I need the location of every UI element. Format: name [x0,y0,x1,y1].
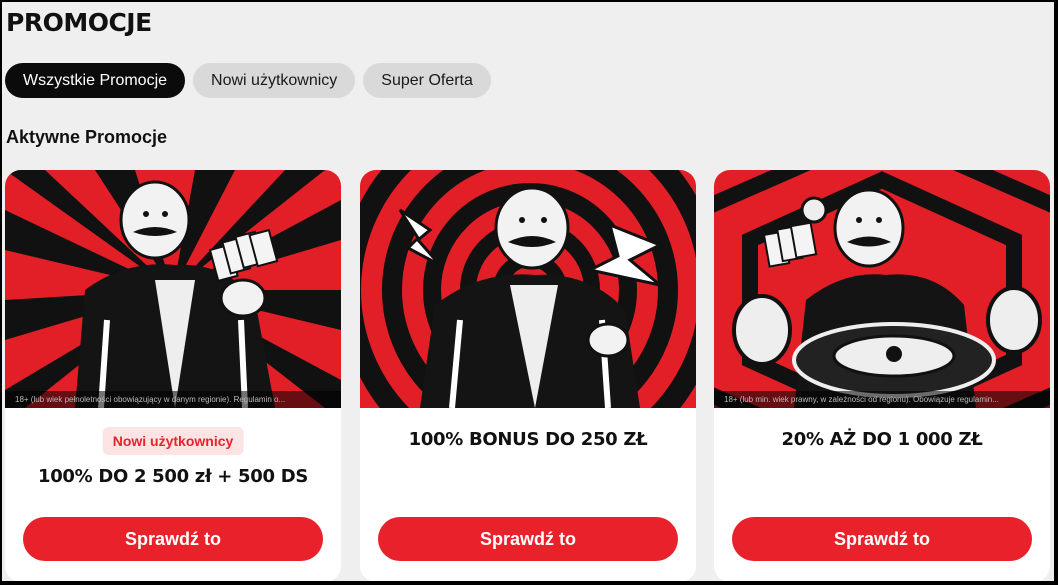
mustache-man-running-lightning-illustration [360,170,696,408]
promotions-page: PROMOCJE Wszystkie Promocje Nowi użytkow… [2,2,1054,581]
tab-new-users[interactable]: Nowi użytkownicy [193,63,356,98]
mustache-man-with-cash-illustration: 18+ (lub wiek pełnoletności obowiązujący… [5,170,341,408]
offer-title: 100% DO 2 500 zł + 500 DS [37,466,309,487]
check-it-button[interactable]: Sprawdź to [378,517,678,561]
tab-super-offer[interactable]: Super Oferta [363,63,491,98]
legal-disclaimer: 18+ (lub wiek pełnoletności obowiązujący… [5,391,341,408]
offer-title: 100% BONUS DO 250 ZŁ [408,429,648,450]
tab-all-promotions[interactable]: Wszystkie Promocje [5,63,186,98]
page-title: PROMOCJE [6,8,152,37]
status-badge: Nowi użytkownicy [102,427,244,455]
legal-disclaimer: 18+ (lub min. wiek prawny, w zależności … [714,391,1050,408]
mustache-man-roulette-illustration: 18+ (lub min. wiek prawny, w zależności … [714,170,1050,408]
promo-filter-tabs: Wszystkie Promocje Nowi użytkownicy Supe… [5,63,491,98]
promo-card-1[interactable]: 18+ (lub wiek pełnoletności obowiązujący… [5,170,341,581]
promo-card-2[interactable]: 100% BONUS DO 250 ZŁ Sprawdź to [360,170,696,581]
section-title: Aktywne Promocje [6,127,168,147]
check-it-button[interactable]: Sprawdź to [732,517,1032,561]
check-it-button[interactable]: Sprawdź to [23,517,323,561]
promo-card-3[interactable]: 18+ (lub min. wiek prawny, w zależności … [714,170,1050,581]
offer-title: 20% AŻ DO 1 000 ZŁ [781,429,983,450]
